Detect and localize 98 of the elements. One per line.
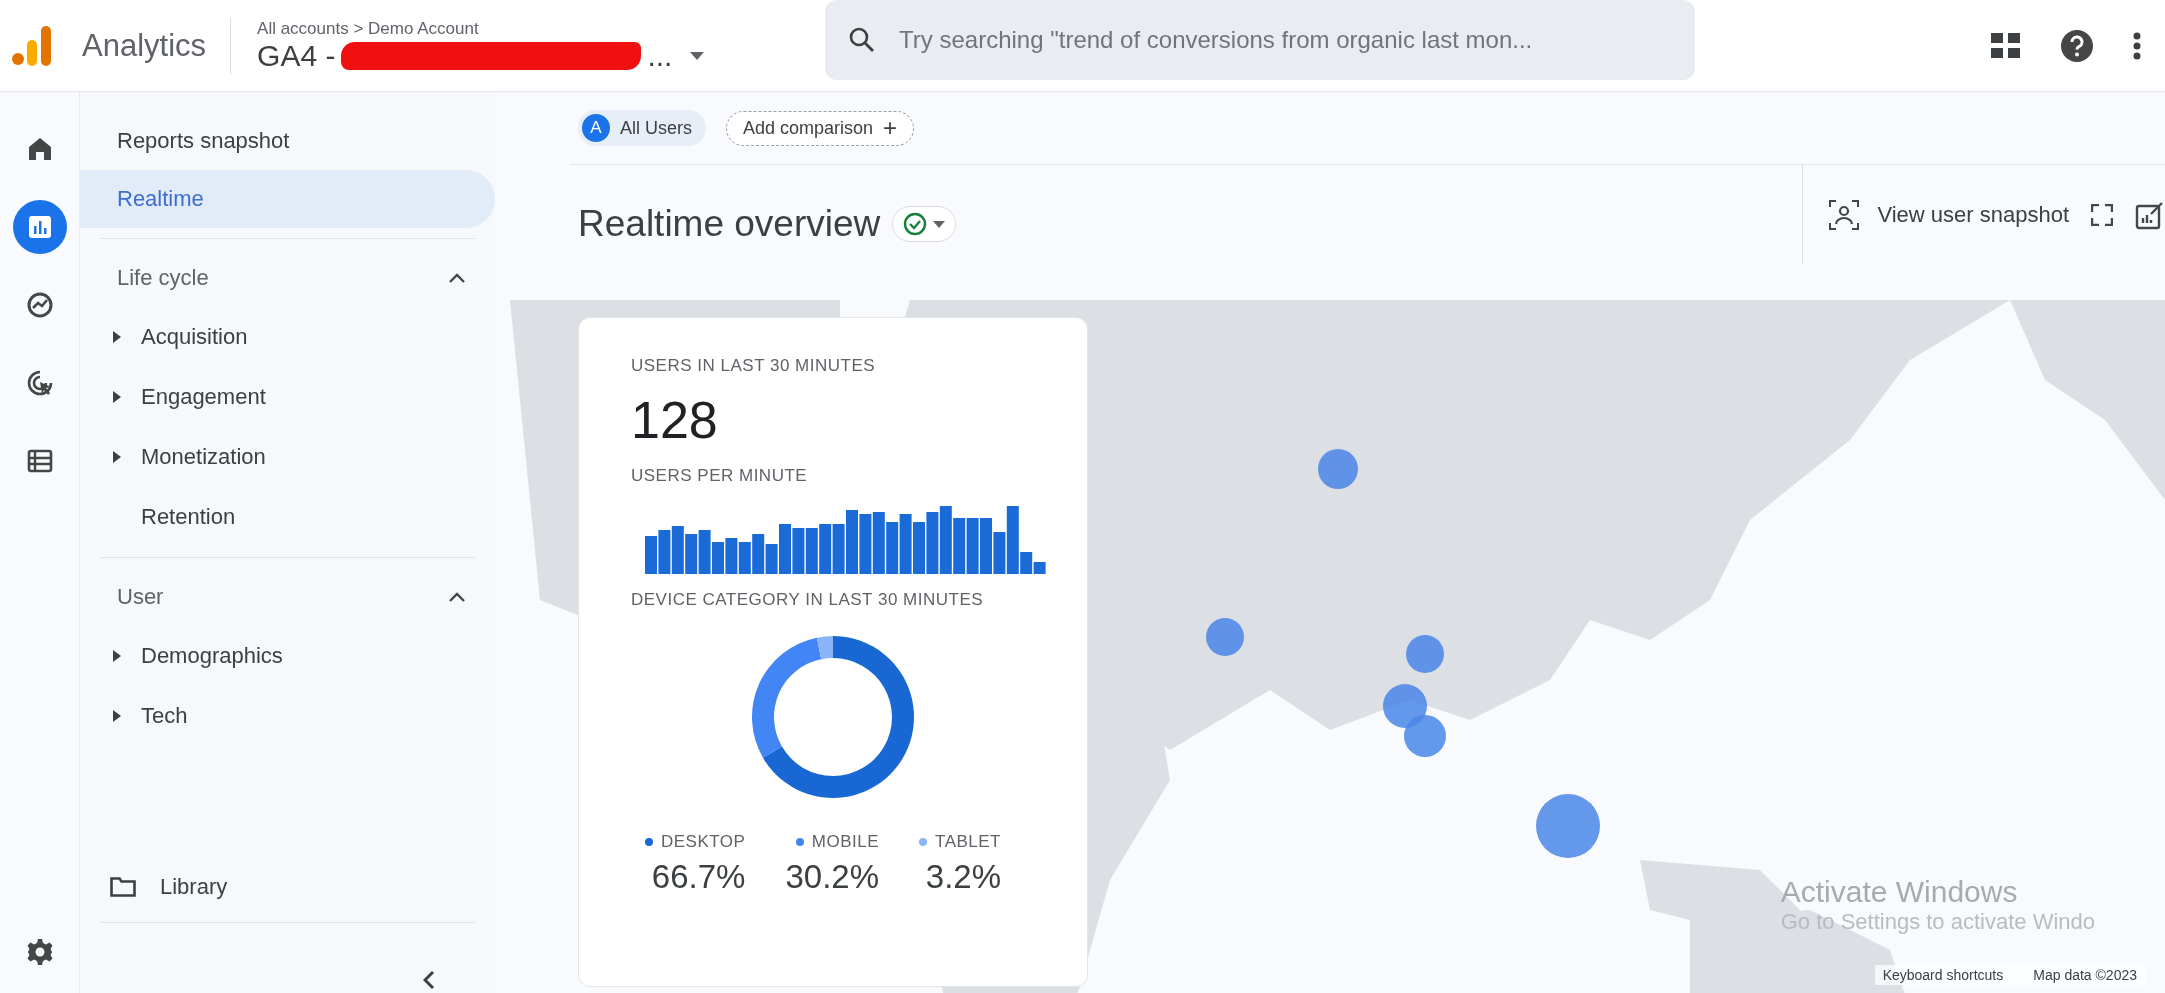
- metric-label: USERS IN LAST 30 MINUTES: [631, 356, 877, 376]
- check-circle-icon: [903, 212, 928, 236]
- legend-value: 3.2%: [925, 858, 1001, 896]
- sparkline-bar: [953, 518, 966, 574]
- grid-icon: [1991, 32, 2021, 59]
- fullscreen-button[interactable]: [2091, 204, 2113, 226]
- nav-item[interactable]: Tech: [80, 686, 495, 746]
- sparkline-bar: [966, 518, 979, 574]
- section-header[interactable]: User: [80, 568, 495, 626]
- location-bubble: [1318, 449, 1358, 489]
- caret-icon: [933, 220, 946, 228]
- section-label: User: [117, 584, 164, 610]
- sparkline-bar: [846, 510, 858, 574]
- expand-triangle-icon: [113, 451, 121, 463]
- sparkline-bar: [792, 528, 805, 574]
- search-bar[interactable]: Try searching "trend of conversions from organic last mon...: [825, 0, 1696, 80]
- more-icon: [2133, 31, 2141, 60]
- search-icon: [849, 27, 876, 53]
- sparkline-bar: [926, 512, 939, 574]
- legend-label: TABLET: [935, 832, 1001, 852]
- nav-item[interactable]: Monetization: [80, 427, 495, 487]
- sparkline-bar: [886, 522, 899, 574]
- sparkline-bar: [819, 524, 832, 574]
- sparkline-bar: [899, 514, 912, 574]
- sparkline-bar: [712, 542, 724, 574]
- legend-label: MOBILE: [811, 832, 879, 852]
- view-user-snapshot-button[interactable]: View user snapshot: [1829, 200, 2069, 230]
- more-button[interactable]: [2133, 31, 2141, 60]
- settings-icon: [25, 938, 54, 966]
- location-bubble: [1206, 618, 1244, 656]
- analytics-logo-icon: [12, 25, 52, 66]
- page-title: Realtime overview: [578, 203, 881, 245]
- customize-report-button[interactable]: [2135, 200, 2165, 230]
- chevron-left-icon: [423, 970, 435, 990]
- sparkline-bar: [805, 528, 818, 574]
- search-field[interactable]: Try searching "trend of conversions from organic last mon...: [897, 25, 1672, 55]
- segment-chip[interactable]: A All Users: [578, 110, 706, 146]
- sparkline-bar: [872, 512, 885, 574]
- rail-button[interactable]: [12, 200, 67, 254]
- app-name: Analytics: [82, 17, 232, 74]
- location-bubble: [1536, 794, 1600, 858]
- nav-item[interactable]: Engagement: [80, 367, 495, 427]
- nav-item[interactable]: Reports snapshot: [80, 112, 495, 170]
- sparkline-bar: [859, 514, 872, 574]
- activation-notice-title: Activate Windows: [1780, 875, 2019, 909]
- sparkline-bar: [671, 526, 684, 574]
- expand-triangle-icon: [113, 331, 121, 343]
- property-ellipsis: ...: [647, 38, 673, 73]
- segment-label: All Users: [620, 117, 692, 139]
- location-bubble: [1404, 715, 1446, 757]
- list-icon: [25, 447, 54, 475]
- nav-item[interactable]: Retention: [80, 487, 495, 547]
- sparkline-bar: [980, 518, 992, 574]
- expand-triangle-icon: [113, 391, 121, 403]
- legend-value: 30.2%: [785, 858, 879, 896]
- legend-value: 66.7%: [651, 858, 746, 896]
- section-label: Life cycle: [117, 265, 209, 291]
- map-footer-link[interactable]: Map data ©2023: [2033, 967, 2137, 983]
- status-dropdown[interactable]: [892, 206, 957, 242]
- chart-label: USERS PER MINUTE: [631, 466, 809, 486]
- folder-icon: [110, 877, 136, 897]
- legend-label: DESKTOP: [661, 832, 746, 852]
- sparkline-bar: [685, 534, 698, 574]
- section-header[interactable]: Life cycle: [80, 249, 495, 307]
- metric-value: 128: [631, 390, 719, 450]
- fullscreen-icon: [2091, 204, 2113, 226]
- apps-button[interactable]: [1991, 32, 2021, 59]
- property-name: GA4 -: [257, 38, 336, 73]
- sparkline-bar: [832, 524, 845, 574]
- chart-label: DEVICE CATEGORY IN LAST 30 MINUTES: [631, 590, 985, 610]
- nav-item[interactable]: Realtime: [80, 170, 495, 228]
- sparkline-bar: [725, 538, 738, 574]
- expand-triangle-icon: [113, 650, 121, 662]
- property-selector[interactable]: GA4 - ...: [257, 38, 818, 73]
- chart-edit-icon: [2135, 200, 2165, 230]
- cursor-target-icon: [25, 369, 54, 397]
- nav-item[interactable]: Demographics: [80, 626, 495, 686]
- sparkline-bar: [939, 506, 952, 574]
- help-icon: [2061, 29, 2093, 62]
- add-comparison-button[interactable]: Add comparison +: [726, 110, 915, 146]
- person-frame-icon: [1829, 200, 1860, 230]
- sparkline-bar: [698, 530, 711, 574]
- location-bubble: [1383, 684, 1427, 728]
- sparkline-bar: [913, 522, 925, 574]
- caret-icon: [690, 50, 705, 61]
- nav-item[interactable]: Acquisition: [80, 307, 495, 367]
- trend-circle-icon: [25, 291, 54, 319]
- library-link[interactable]: Library: [80, 862, 495, 912]
- sparkline-bar: [738, 542, 751, 574]
- breadcrumb[interactable]: All accounts > Demo Account: [257, 18, 818, 39]
- sparkline-bar: [752, 534, 765, 574]
- segment-badge: A: [582, 114, 610, 142]
- expand-triangle-icon: [113, 710, 121, 722]
- location-bubble: [1406, 635, 1444, 673]
- help-button[interactable]: [2061, 29, 2093, 62]
- sparkline-bar: [658, 530, 671, 574]
- sparkline-bar: [645, 536, 657, 574]
- map-footer-link[interactable]: Keyboard shortcuts: [1882, 967, 2004, 983]
